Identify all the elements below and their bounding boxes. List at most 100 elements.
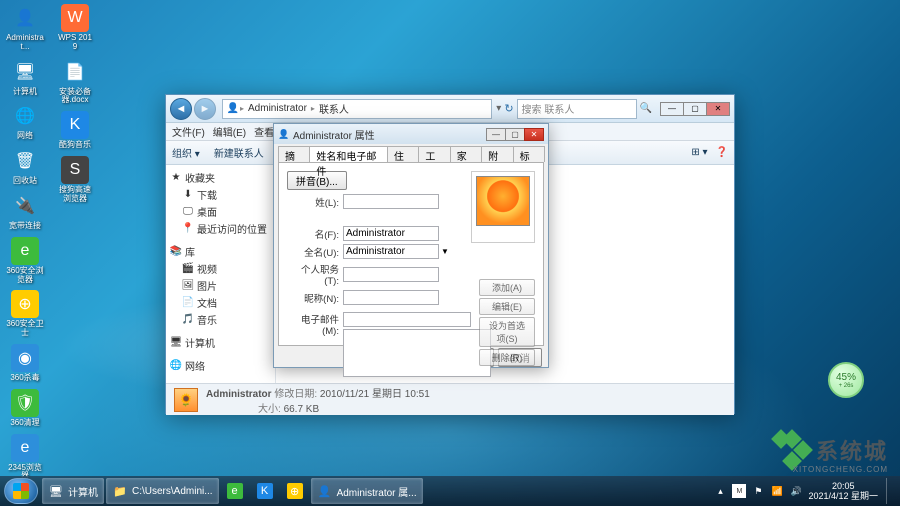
dialog-titlebar[interactable]: 👤 Administrator 属性 — ▢ ✕ (274, 124, 548, 144)
desktop-icon[interactable]: 🔌宽带连接 (6, 192, 44, 231)
taskbar-item[interactable]: ⊕ (281, 478, 309, 504)
app-icon: ◉ (11, 344, 39, 372)
status-bar: 🌻 Administrator 修改日期: 2010/11/21 星期日 10:… (166, 383, 734, 415)
menu-item[interactable]: 编辑(E) (213, 124, 246, 139)
fullname-field[interactable] (343, 244, 439, 259)
desktop-icon[interactable]: S搜狗高速浏览器 (56, 156, 94, 204)
taskbar-item[interactable]: 📁C:\Users\Admini... (106, 478, 219, 504)
start-button[interactable] (4, 478, 38, 504)
desktop-icon[interactable]: ⊕360安全卫士 (6, 290, 44, 338)
email-action-button[interactable]: 编辑(E) (479, 298, 535, 315)
dialog-title: Administrator 属性 (293, 127, 487, 142)
desktop-icon[interactable]: 🖥计算机 (6, 58, 44, 97)
folder-icon: 🖵 (182, 206, 194, 218)
tab-2[interactable]: 住宅 (387, 146, 419, 162)
breadcrumb-seg[interactable]: Administrator (245, 103, 310, 114)
minimize-button[interactable]: — (660, 102, 684, 116)
email-action-button[interactable]: 删除(R) (479, 349, 535, 366)
lastname-field[interactable] (343, 194, 439, 209)
app-icon: 🛡 (11, 389, 39, 417)
maximize-button[interactable]: ▢ (683, 102, 707, 116)
watermark: 系统城 XITONGCHENG.COM (774, 432, 888, 468)
status-name: Administrator (206, 389, 272, 400)
tab-0[interactable]: 摘要 (278, 146, 310, 162)
email-action-button[interactable]: 设为首选项(S) (479, 317, 535, 347)
chevron-down-icon[interactable]: ▼ (441, 247, 449, 256)
close-button[interactable]: ✕ (524, 128, 544, 141)
nickname-field[interactable] (343, 290, 439, 305)
search-input[interactable]: 搜索 联系人 (517, 99, 637, 119)
tab-4[interactable]: 家庭 (450, 146, 482, 162)
toolbar-item[interactable]: 新建联系人 (214, 145, 264, 160)
desktop-icon[interactable]: e360安全浏览器 (6, 237, 44, 285)
toolbar-item[interactable]: 组织 ▾ (172, 145, 200, 160)
maximize-button[interactable]: ▢ (505, 128, 525, 141)
sidebar-item[interactable]: 📄文档 (168, 294, 273, 311)
desktop-icon[interactable]: 🛡360清理 (6, 389, 44, 428)
folder-icon: 📍 (182, 223, 194, 235)
view-icon[interactable]: ⊞ ▾ (691, 147, 707, 158)
tab-6[interactable]: 标识 (513, 146, 545, 162)
refresh-icon[interactable]: ↻ (504, 102, 513, 115)
picture-preview[interactable] (471, 171, 535, 243)
tray-network-icon[interactable]: 📶 (770, 484, 784, 498)
tray-action-icon[interactable]: ⚑ (751, 484, 765, 498)
folder-icon: ⬇ (182, 189, 194, 201)
sidebar-libraries-header[interactable]: 📚库 (168, 243, 273, 260)
minimize-button[interactable]: — (486, 128, 506, 141)
accelerator-badge[interactable]: 45% + 26s (828, 362, 864, 398)
email-action-button[interactable]: 添加(A) (479, 279, 535, 296)
icon-label: 酷狗音乐 (59, 141, 91, 150)
email-field[interactable] (343, 312, 471, 327)
desktop-icon[interactable]: K酷狗音乐 (56, 111, 94, 150)
show-desktop-button[interactable] (886, 478, 894, 504)
close-button[interactable]: ✕ (706, 102, 730, 116)
title-field[interactable] (343, 267, 439, 282)
desktop-icon[interactable]: 🗑回收站 (6, 147, 44, 186)
breadcrumb-seg[interactable]: 联系人 (316, 101, 352, 116)
tray-lang-icon[interactable]: M (732, 484, 746, 498)
sidebar-network[interactable]: 🌐网络 (168, 357, 273, 374)
nav-fwd-button[interactable]: ► (194, 98, 216, 120)
desktop-icon[interactable]: 📄安装必备器.docx (56, 58, 94, 106)
firstname-field[interactable] (343, 226, 439, 241)
properties-dialog: 👤 Administrator 属性 — ▢ ✕ 摘要姓名和电子邮件住宅工作家庭… (273, 123, 549, 368)
icon-label: 安装必备器.docx (56, 88, 94, 106)
sidebar-item[interactable]: 🖼图片 (168, 277, 273, 294)
taskbar-item[interactable]: 🖥计算机 (42, 478, 104, 504)
app-icon: 🖥 (11, 58, 39, 86)
sidebar-item[interactable]: 🖵桌面 (168, 203, 273, 220)
menu-item[interactable]: 文件(F) (172, 124, 205, 139)
star-icon: ★ (170, 172, 182, 184)
tray-show-hidden-icon[interactable]: ▴ (713, 484, 727, 498)
app-icon: ⊕ (11, 290, 39, 318)
app-icon: e (227, 483, 243, 499)
tab-3[interactable]: 工作 (418, 146, 450, 162)
contact-icon: 🌻 (174, 388, 198, 412)
sidebar-item[interactable]: 🎬视频 (168, 260, 273, 277)
tray-volume-icon[interactable]: 🔊 (789, 484, 803, 498)
desktop-icon[interactable]: ◉360杀毒 (6, 344, 44, 383)
app-icon: 🗑 (11, 147, 39, 175)
help-icon[interactable]: ❓ (716, 147, 728, 158)
desktop-icon[interactable]: e2345浏览器 (6, 434, 44, 482)
email-list[interactable] (343, 329, 491, 377)
sidebar-item[interactable]: ⬇下载 (168, 186, 273, 203)
taskbar-item[interactable]: e (221, 478, 249, 504)
desktop-icon[interactable]: 👤Administrat... (6, 4, 44, 52)
nav-back-button[interactable]: ◄ (170, 98, 192, 120)
taskbar-clock[interactable]: 20:05 2021/4/12 星期一 (808, 481, 878, 502)
search-icon[interactable]: 🔍 (640, 103, 652, 114)
taskbar-item[interactable]: 👤Administrator 属... (311, 478, 423, 504)
sidebar-item[interactable]: 📍最近访问的位置 (168, 220, 273, 237)
sidebar-favorites-header[interactable]: ★★ 收藏夹收藏夹 (168, 169, 273, 186)
address-bar[interactable]: 👤 ▸ Administrator ▸ 联系人 (222, 99, 492, 119)
sidebar: ★★ 收藏夹收藏夹 ⬇下载🖵桌面📍最近访问的位置 📚库 🎬视频🖼图片📄文档🎵音乐… (166, 165, 276, 383)
tab-5[interactable]: 附注 (481, 146, 513, 162)
desktop-icon[interactable]: WWPS 2019 (56, 4, 94, 52)
sidebar-item[interactable]: 🎵音乐 (168, 311, 273, 328)
tab-1[interactable]: 姓名和电子邮件 (309, 146, 387, 162)
taskbar-item[interactable]: K (251, 478, 279, 504)
desktop-icon[interactable]: 🌐网络 (6, 102, 44, 141)
sidebar-computer[interactable]: 🖥计算机 (168, 334, 273, 351)
